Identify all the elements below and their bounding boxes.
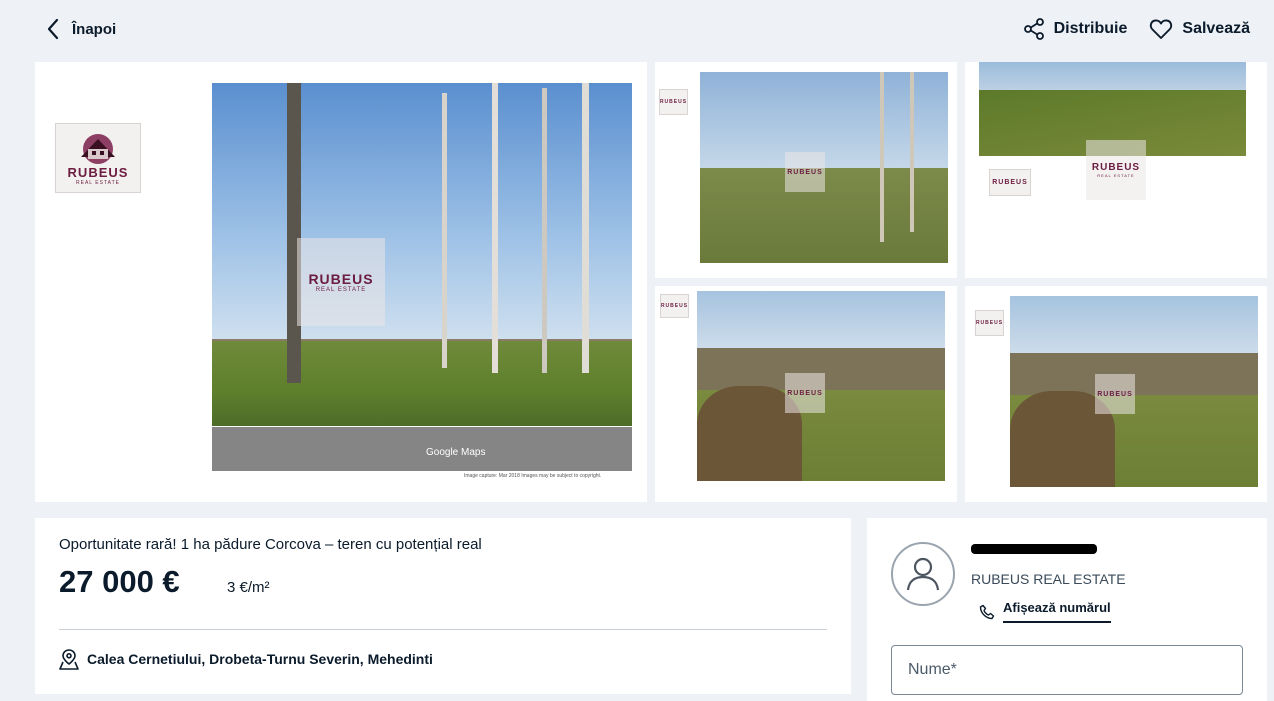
- thumbnail-image: RUBEUS: [1010, 296, 1258, 487]
- brand-logo-small: RUBEUS: [660, 294, 689, 318]
- watermark-title: RUBEUS: [1091, 162, 1141, 173]
- main-photo-card[interactable]: RUBEUS REAL ESTATE RUBEUS REAL ESTATE Go…: [35, 62, 647, 502]
- header-actions: Distribuie Salvează: [1023, 18, 1250, 40]
- tree-trunk: [287, 83, 301, 383]
- map-pin-icon: [59, 649, 79, 670]
- back-button[interactable]: Înapoi: [46, 18, 116, 40]
- thumbnail-photo[interactable]: RUBEUS RUBEUS: [655, 286, 957, 502]
- save-button[interactable]: Salvează: [1149, 18, 1250, 40]
- agency-name: RUBEUS REAL ESTATE: [971, 571, 1126, 587]
- brand-logo-small: RUBEUS: [989, 169, 1031, 196]
- tree-trunk: [910, 72, 914, 232]
- phone-icon: [979, 604, 995, 619]
- map-caption: Image capture: Mar 2018 Images may be su…: [464, 473, 602, 479]
- watermark-title: RUBEUS: [787, 389, 823, 397]
- photo-sky: [212, 83, 632, 355]
- watermark: RUBEUS: [1095, 374, 1135, 414]
- logo-title-small: RUBEUS: [660, 303, 689, 309]
- map-band: [212, 427, 632, 471]
- divider: [59, 629, 827, 630]
- thumbnail-photo[interactable]: RUBEUS RUBEUS: [965, 286, 1267, 502]
- user-icon: [906, 557, 940, 591]
- save-label: Salvează: [1182, 20, 1250, 37]
- tree-trunk: [492, 83, 498, 373]
- heart-icon: [1150, 19, 1173, 39]
- thumbnail-image: RUBEUS: [697, 291, 945, 481]
- logo-title: RUBEUS: [67, 164, 129, 180]
- watermark-subtitle: REAL ESTATE: [1097, 173, 1135, 178]
- brand-logo: RUBEUS REAL ESTATE: [55, 123, 141, 193]
- watermark: RUBEUS REAL ESTATE: [1086, 140, 1146, 200]
- back-label: Înapoi: [72, 20, 117, 38]
- show-phone-button[interactable]: Afișează numărul: [979, 600, 1111, 623]
- tree-trunk: [542, 88, 547, 373]
- listing-address[interactable]: Calea Cernetiului, Drobeta-Turnu Severin…: [59, 648, 433, 670]
- watermark-subtitle: REAL ESTATE: [315, 287, 367, 293]
- watermark-title: RUBEUS: [787, 168, 823, 176]
- watermark: RUBEUS: [785, 373, 825, 413]
- thumbnail-photo[interactable]: RUBEUS RUBEUS REAL ESTATE: [965, 62, 1267, 278]
- logo-title-small: RUBEUS: [975, 320, 1004, 326]
- house-logo-icon: [81, 133, 115, 164]
- share-icon: [1023, 18, 1044, 40]
- share-button[interactable]: Distribuie: [1023, 18, 1128, 40]
- agent-card: RUBEUS REAL ESTATE Afișează numărul: [867, 518, 1267, 701]
- watermark: RUBEUS REAL ESTATE: [297, 238, 385, 326]
- photo-grass: [212, 340, 632, 426]
- avatar: [891, 542, 955, 606]
- brand-logo-small: RUBEUS: [659, 89, 688, 115]
- chevron-left-icon: [47, 18, 59, 40]
- brand-logo-small: RUBEUS: [975, 310, 1004, 336]
- agent-name-redacted: [971, 544, 1097, 554]
- price-per-sqm: 3 €/m²: [227, 579, 270, 596]
- address-text: Calea Cernetiului, Drobeta-Turnu Severin…: [87, 651, 433, 667]
- watermark-title: RUBEUS: [1097, 390, 1133, 398]
- logo-title-small: RUBEUS: [659, 99, 688, 105]
- logo-title-small: RUBEUS: [992, 179, 1028, 186]
- thumbnail-photo[interactable]: RUBEUS RUBEUS: [655, 62, 957, 278]
- listing-info-card: Oportunitate rară! 1 ha pădure Corcova –…: [35, 518, 851, 694]
- tree-trunk: [880, 72, 884, 242]
- tree-trunk: [442, 93, 447, 368]
- watermark: RUBEUS: [785, 152, 825, 192]
- google-maps-label: Google Maps: [426, 447, 486, 458]
- name-field[interactable]: [891, 645, 1243, 695]
- share-label: Distribuie: [1053, 20, 1128, 37]
- top-bar: Înapoi Distribuie Salvează: [0, 0, 1274, 60]
- main-photo: RUBEUS REAL ESTATE Google Maps: [212, 83, 632, 471]
- show-phone-label: Afișează numărul: [1003, 600, 1111, 623]
- listing-price: 27 000 €: [59, 564, 180, 599]
- watermark-title: RUBEUS: [308, 271, 374, 287]
- listing-title: Oportunitate rară! 1 ha pădure Corcova –…: [59, 536, 482, 553]
- logo-subtitle: REAL ESTATE: [76, 179, 120, 186]
- tree-trunk: [582, 83, 589, 373]
- thumbnail-image: RUBEUS: [700, 72, 948, 263]
